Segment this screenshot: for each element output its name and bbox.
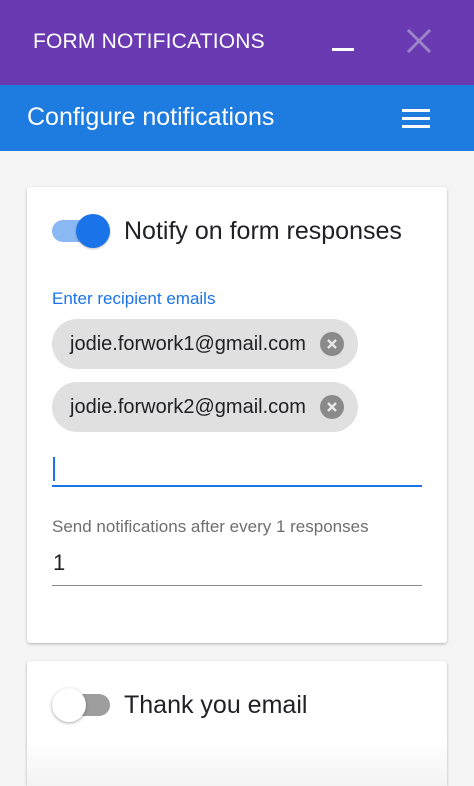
responses-card: Notify on form responses Enter recipient…	[27, 187, 447, 643]
thank-you-card: Thank you email	[27, 661, 447, 786]
window-title: FORM NOTIFICATIONS	[33, 30, 265, 53]
frequency-input[interactable]: 1	[52, 547, 422, 586]
app-bar: Configure notifications	[0, 85, 474, 151]
recipient-email: jodie.forwork1@gmail.com	[70, 332, 306, 355]
close-circle-icon[interactable]	[319, 395, 344, 419]
recipient-email-input[interactable]	[52, 445, 422, 487]
recipient-chip: jodie.forwork1@gmail.com	[52, 319, 358, 369]
frequency-label: Send notifications after every 1 respons…	[52, 517, 369, 536]
notify-responses-label: Notify on form responses	[124, 217, 402, 245]
recipients-label: Enter recipient emails	[52, 289, 216, 308]
content-area: Notify on form responses Enter recipient…	[0, 151, 474, 786]
thank-you-label: Thank you email	[124, 691, 308, 719]
recipient-email: jodie.forwork2@gmail.com	[70, 395, 306, 418]
thank-you-toggle[interactable]	[52, 687, 112, 723]
recipient-chip: jodie.forwork2@gmail.com	[52, 382, 358, 432]
title-bar: FORM NOTIFICATIONS	[0, 0, 474, 85]
toggle-knob	[52, 688, 86, 722]
close-circle-icon[interactable]	[319, 332, 344, 356]
toggle-knob	[76, 214, 110, 248]
frequency-value: 1	[53, 550, 66, 575]
card-fade	[27, 741, 447, 786]
text-caret	[53, 457, 55, 481]
hamburger-menu-icon[interactable]	[400, 105, 432, 131]
close-icon[interactable]	[404, 26, 434, 56]
page-title: Configure notifications	[27, 103, 275, 131]
minimize-icon[interactable]	[332, 48, 354, 51]
notify-responses-toggle[interactable]	[52, 213, 112, 249]
